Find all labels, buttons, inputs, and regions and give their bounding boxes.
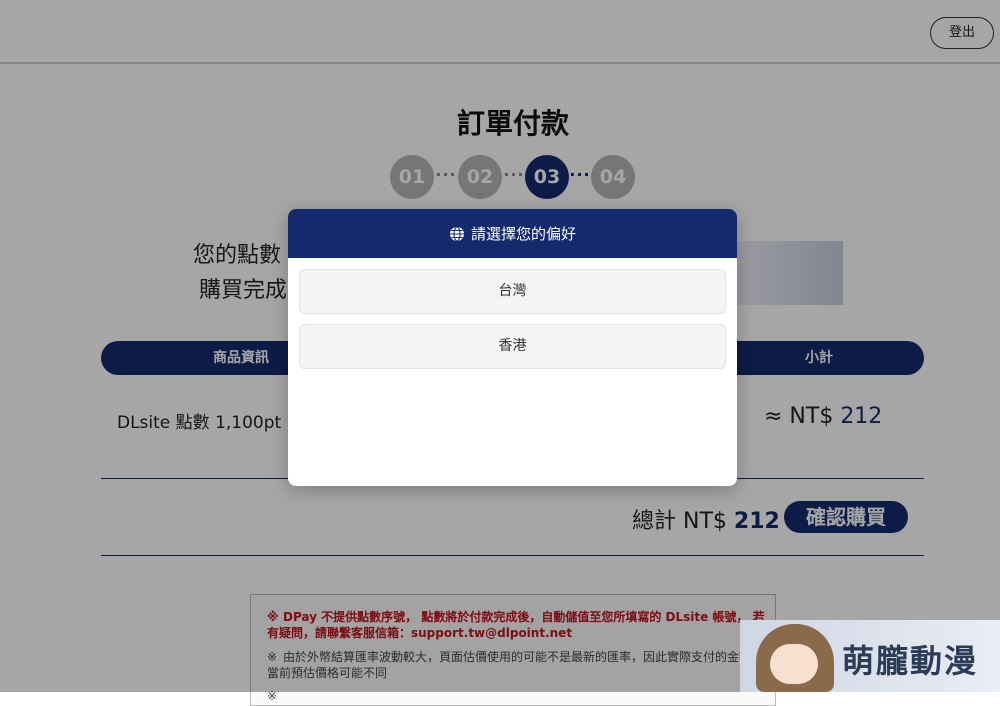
watermark-logo: 萌朧動漫 [740, 620, 1000, 692]
watermark-text: 萌朧動漫 [842, 642, 979, 680]
modal-title: 請選擇您的偏好 [470, 225, 576, 243]
modal-header: 請選擇您的偏好 [288, 209, 737, 258]
mascot-face [770, 644, 818, 684]
globe-icon [449, 225, 464, 242]
option-taiwan[interactable]: 台灣 [299, 269, 726, 314]
option-hongkong[interactable]: 香港 [299, 324, 726, 369]
preference-modal: 請選擇您的偏好 台灣 香港 [288, 209, 737, 486]
